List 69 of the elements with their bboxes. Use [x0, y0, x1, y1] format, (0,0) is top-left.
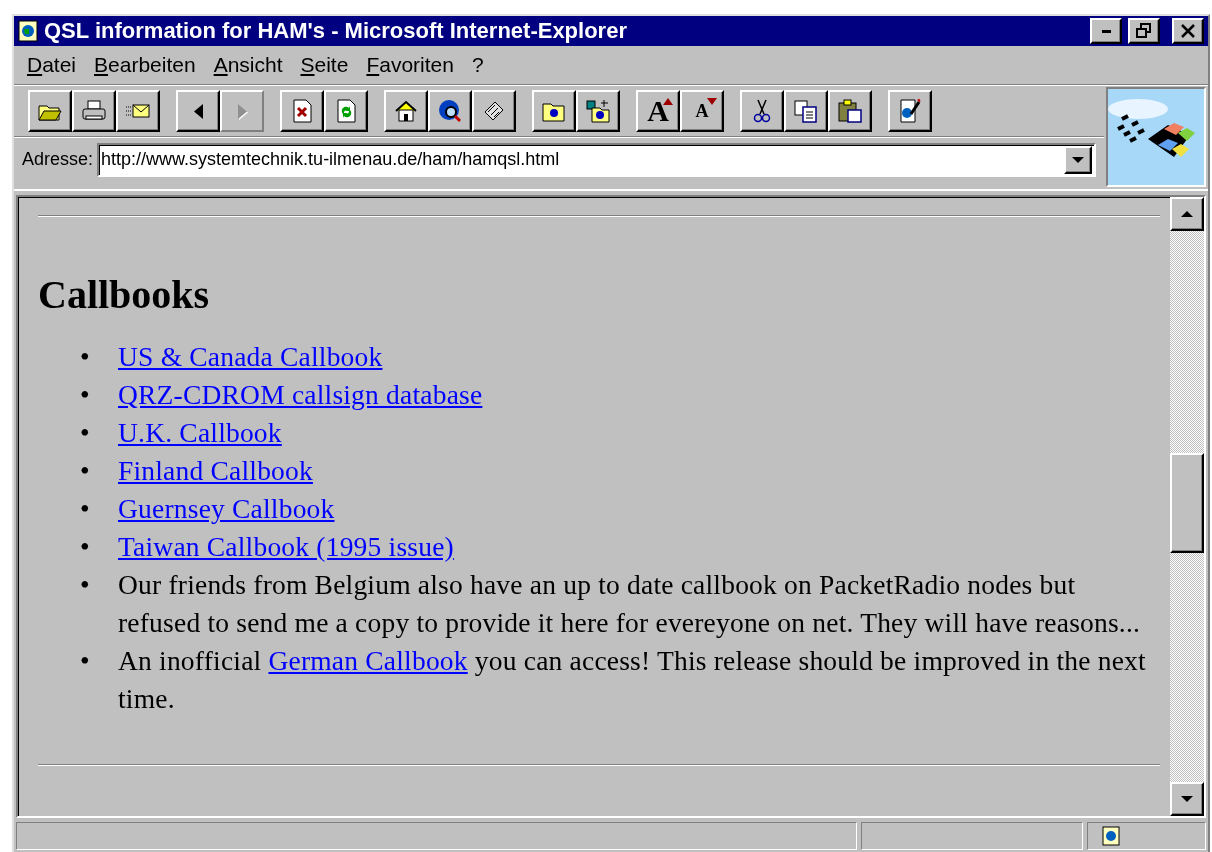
restore-icon — [1136, 23, 1152, 39]
toolbar-button[interactable] — [576, 90, 620, 132]
dropdown-button[interactable] — [1064, 145, 1092, 174]
scrollbar[interactable] — [1170, 197, 1204, 816]
toolbar-button[interactable] — [72, 90, 116, 132]
toolbar-button[interactable] — [740, 90, 784, 132]
link[interactable]: Guernsey Callbook — [118, 493, 335, 524]
paragraph: Our friends from Belgium also have an up to date callbook on PacketRadio nodes but refused to send me a copy to provide it here for evereyone on net. They will have reasons... — [118, 568, 1142, 640]
toolbar-button[interactable] — [176, 90, 220, 132]
bullet: • — [80, 568, 91, 602]
toolbar-button[interactable] — [384, 90, 428, 132]
toolbar-button[interactable] — [888, 90, 932, 132]
menu-item[interactable]: ? — [462, 53, 493, 77]
link[interactable]: US & Canada Callbook — [118, 341, 383, 372]
folder-icon — [585, 98, 611, 124]
edit-page-icon — [897, 98, 923, 124]
address-field[interactable]: http://www.systemtechnik.tu-ilmenau.de/ham/hamqsl.html — [97, 142, 1096, 177]
toolbar-button[interactable] — [532, 90, 576, 132]
menu-item[interactable]: Bearbeiten — [85, 53, 205, 77]
address-label: Adresse: — [22, 149, 94, 170]
right-arrow-icon — [237, 103, 247, 119]
down-arrow-icon — [1181, 796, 1193, 802]
menu-item[interactable]: Datei — [18, 53, 86, 77]
house-icon — [393, 98, 419, 124]
bullet: • — [80, 454, 91, 488]
caret-icon — [1072, 156, 1084, 163]
search-icon — [437, 98, 463, 124]
bullet: • — [80, 644, 91, 678]
bullet: • — [80, 530, 91, 564]
scroll-down-button[interactable] — [1170, 782, 1204, 816]
toolbar-button[interactable] — [28, 90, 72, 132]
minimize-button[interactable] — [1090, 18, 1122, 44]
window-title: QSL information for HAM's - Microsoft Internet-Explorer — [44, 18, 628, 44]
down-triangle-icon — [707, 98, 717, 105]
clipboard-icon — [837, 98, 863, 124]
smaller-font-button[interactable]: A — [680, 90, 724, 132]
bullet: • — [80, 492, 91, 526]
toolbar-button[interactable] — [472, 90, 516, 132]
link[interactable]: German Callbook — [268, 645, 468, 676]
scroll-thumb[interactable] — [1170, 453, 1204, 553]
bullet: • — [80, 340, 91, 374]
menu-item[interactable]: Favoriten — [357, 53, 463, 77]
page-icon — [1101, 826, 1120, 846]
link[interactable]: U.K. Callbook — [118, 417, 282, 448]
toolbar-button[interactable] — [428, 90, 472, 132]
copy-icon — [793, 98, 819, 124]
toolbar-button[interactable] — [324, 90, 368, 132]
toolbar-button[interactable] — [828, 90, 872, 132]
toolbar-button[interactable] — [784, 90, 828, 132]
up-arrow-icon — [1181, 211, 1193, 217]
close-icon — [1180, 23, 1196, 39]
toolbar-button[interactable] — [280, 90, 324, 132]
link[interactable]: QRZ-CDROM callsign database — [118, 379, 483, 410]
menu-item[interactable]: Seite — [291, 53, 358, 77]
bullet: • — [80, 378, 91, 412]
link[interactable]: Finland Callbook — [118, 455, 313, 486]
paragraph: An inofficial German Callbook you can access! This release should be improved in the next time. — [118, 644, 1147, 716]
page-heading: Callbooks — [38, 271, 211, 318]
restore-button[interactable] — [1128, 18, 1160, 44]
larger-font-button[interactable]: A — [636, 90, 680, 132]
page-icon — [18, 20, 38, 42]
toolbar-button[interactable] — [116, 90, 160, 132]
menu-item[interactable]: Ansicht — [204, 53, 292, 77]
close-button[interactable] — [1172, 18, 1204, 44]
scroll-up-button[interactable] — [1170, 197, 1204, 231]
minimize-icon — [1101, 29, 1111, 33]
link[interactable]: Taiwan Callbook (1995 issue) — [118, 531, 454, 562]
left-arrow-icon — [193, 103, 203, 119]
bullet: • — [80, 416, 91, 450]
